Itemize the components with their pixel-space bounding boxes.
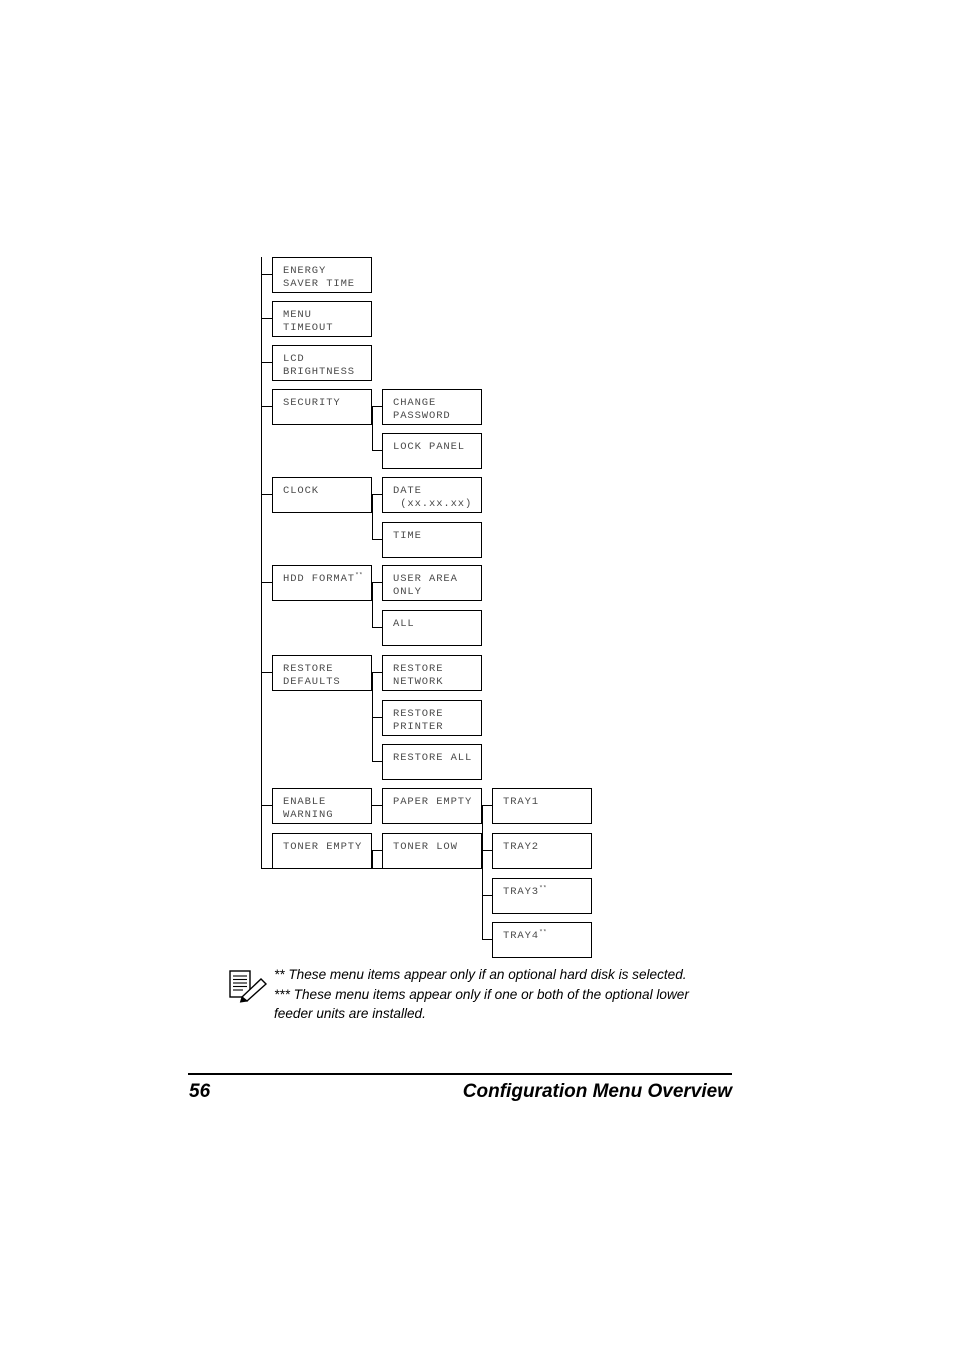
node-label-line: LCD: [283, 353, 305, 365]
node-label-line: BRIGHTNESS: [283, 365, 356, 378]
node-clock: CLOCK: [272, 477, 372, 513]
node-lcd-brightness: LCD BRIGHTNESS: [272, 345, 372, 381]
node-restore-printer: RESTORE PRINTER: [382, 700, 482, 736]
node-label-line: TONER EMPTY: [283, 841, 363, 853]
node-label-line: ENERGY: [283, 265, 327, 277]
node-restore-defaults: RESTORE DEFAULTS: [272, 655, 372, 691]
node-date: DATE (xx.xx.xx): [382, 477, 482, 513]
node-label-line: TRAY1: [503, 796, 540, 808]
footer-divider: [188, 1073, 732, 1075]
node-label-line: DEFAULTS: [283, 675, 341, 688]
node-toner-empty: TONER EMPTY: [272, 833, 372, 869]
node-menu-timeout: MENU TIMEOUT: [272, 301, 372, 337]
branch-trunk-clock: [372, 494, 374, 539]
node-label-line: TRAY4**: [503, 928, 547, 942]
page-number: 56: [189, 1081, 211, 1102]
node-label-line: ALL: [393, 618, 415, 630]
node-label-line: TRAY2: [503, 841, 540, 853]
node-label-line: RESTORE ALL: [393, 752, 473, 764]
node-label-line: PASSWORD: [393, 409, 451, 422]
branch-trunk-hdd-format: [372, 582, 374, 627]
node-label-line: USER AREA: [393, 573, 458, 585]
node-tray2: TRAY2: [492, 833, 592, 869]
note-line-2: *** These menu items appear only if one …: [274, 986, 689, 1002]
note-block: ** These menu items appear only if an op…: [228, 965, 748, 1024]
node-label-line: PRINTER: [393, 720, 444, 733]
node-label-line: HDD FORMAT**: [283, 571, 363, 585]
node-label-line: CHANGE: [393, 397, 437, 409]
node-label-line: RESTORE: [393, 663, 444, 675]
node-label-line: SAVER TIME: [283, 277, 356, 290]
node-label-line: RESTORE: [393, 708, 444, 720]
footer-title: Configuration Menu Overview: [462, 1081, 732, 1102]
node-lock-panel: LOCK PANEL: [382, 433, 482, 469]
note-text: ** These menu items appear only if an op…: [274, 965, 748, 1024]
node-hdd-format: HDD FORMAT**: [272, 565, 372, 601]
document-page: ENERGY SAVER TIME MENU TIMEOUT LCD BRIGHTNESS…: [0, 0, 954, 1351]
note-pencil-icon: [228, 969, 268, 1003]
node-label-line: ENABLE: [283, 796, 327, 808]
node-label-line: TIME: [393, 530, 422, 542]
node-label-line: WARNING: [283, 808, 334, 821]
node-label-line: CLOCK: [283, 485, 320, 497]
node-label-line: DATE: [393, 485, 422, 497]
node-label-line: MENU: [283, 309, 312, 321]
branch-trunk-toner-empty: [372, 850, 374, 869]
node-label-line: SECURITY: [283, 397, 341, 409]
node-label-line: TIMEOUT: [283, 321, 334, 334]
node-tray4: TRAY4**: [492, 922, 592, 958]
footnote-marker: **: [539, 884, 547, 892]
note-line-1: ** These menu items appear only if an op…: [274, 967, 687, 982]
note-line-3: feeder units are installed.: [274, 1006, 426, 1021]
branch-trunk-security: [372, 406, 374, 451]
node-energy-saver-time: ENERGY SAVER TIME: [272, 257, 372, 293]
node-all: ALL: [382, 610, 482, 646]
footnote-marker: **: [355, 571, 363, 579]
footnote-marker: **: [539, 928, 547, 936]
node-label-line: (xx.xx.xx): [393, 497, 473, 510]
node-label-line: PAPER EMPTY: [393, 796, 473, 808]
node-toner-low: TONER LOW: [382, 833, 482, 869]
node-paper-empty: PAPER EMPTY: [382, 788, 482, 824]
node-label-line: RESTORE: [283, 663, 334, 675]
branch-trunk-paper-empty: [482, 805, 484, 939]
node-tray3: TRAY3**: [492, 878, 592, 914]
node-label-line: TRAY3**: [503, 884, 547, 898]
node-tray1: TRAY1: [492, 788, 592, 824]
node-restore-network: RESTORE NETWORK: [382, 655, 482, 691]
node-label-line: TONER LOW: [393, 841, 458, 853]
node-label-line: LOCK PANEL: [393, 441, 466, 453]
node-enable-warning: ENABLE WARNING: [272, 788, 372, 824]
trunk-line-column1: [261, 257, 263, 869]
node-change-password: CHANGE PASSWORD: [382, 389, 482, 425]
node-time: TIME: [382, 522, 482, 558]
node-security: SECURITY: [272, 389, 372, 425]
node-label-line: NETWORK: [393, 675, 444, 688]
node-user-area-only: USER AREA ONLY: [382, 565, 482, 601]
node-label-line: ONLY: [393, 585, 422, 598]
node-restore-all: RESTORE ALL: [382, 744, 482, 780]
